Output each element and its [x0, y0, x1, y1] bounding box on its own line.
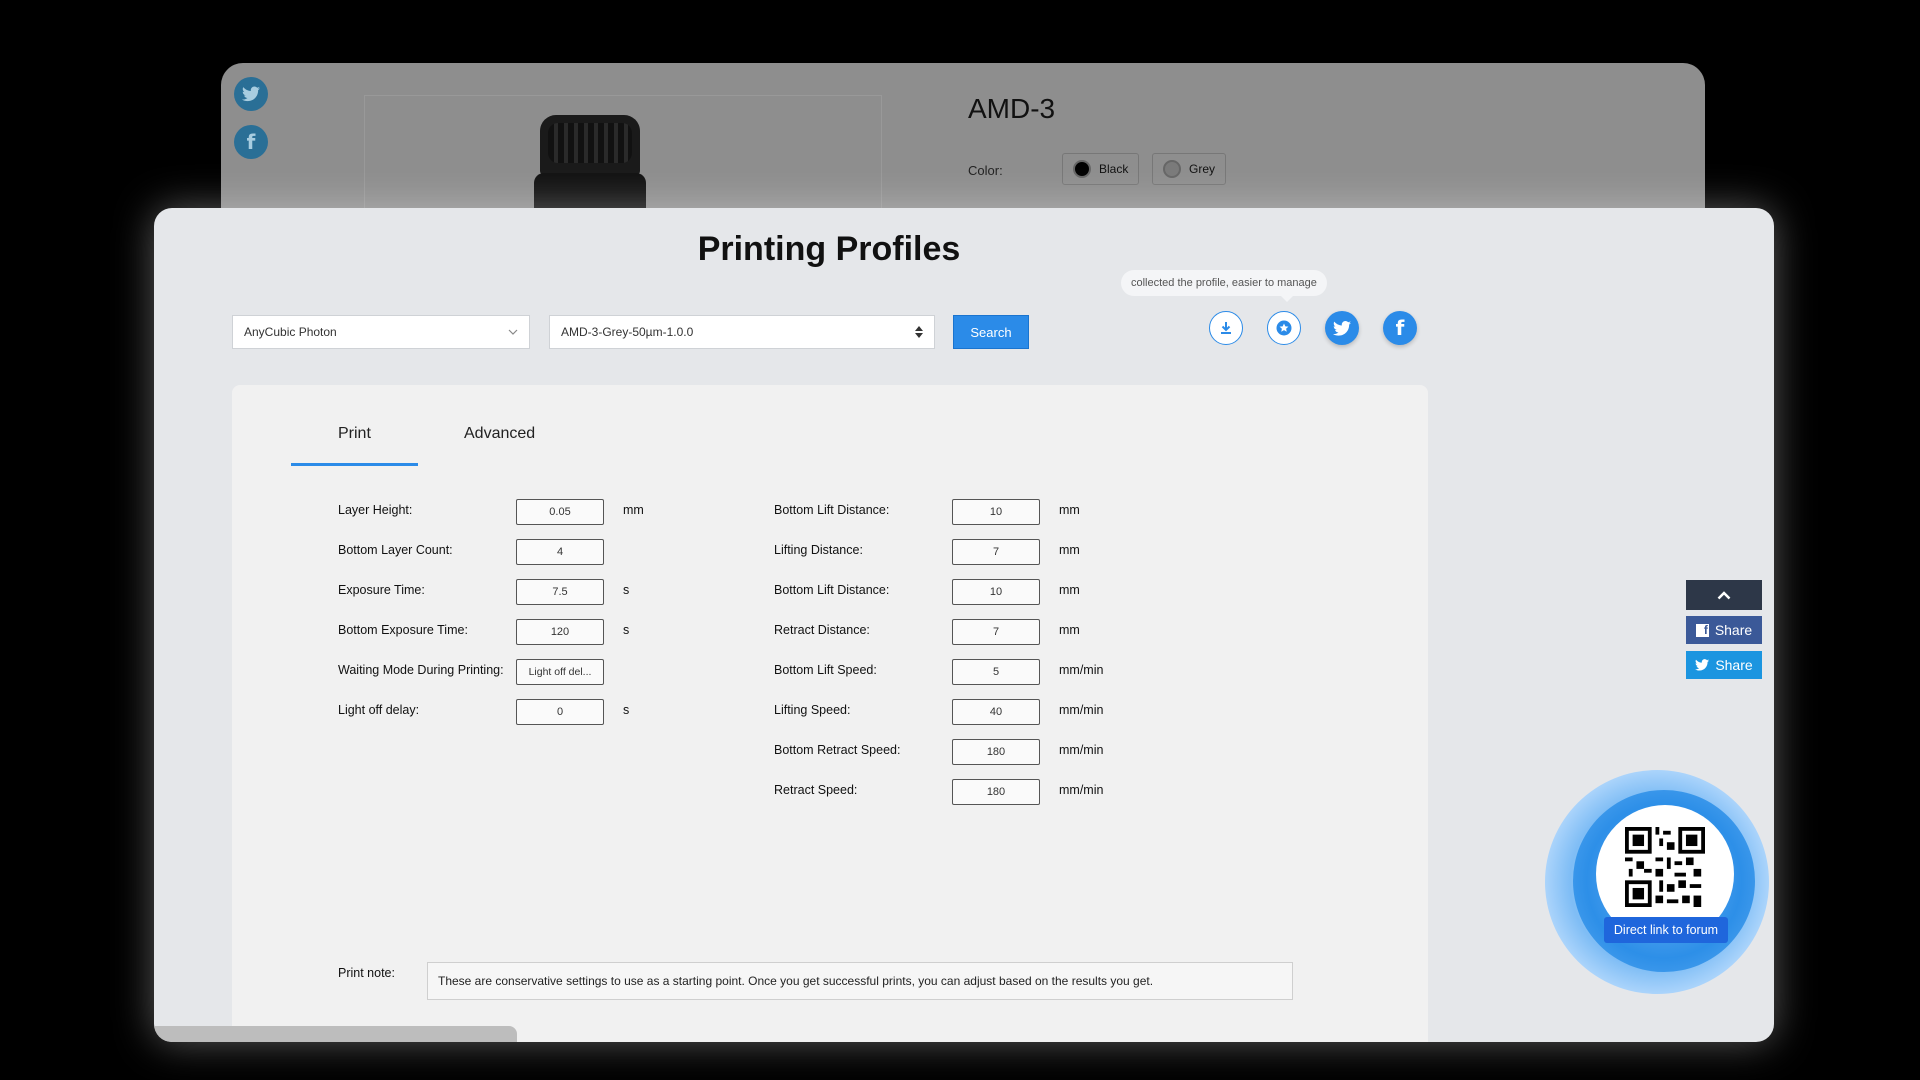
- field-label: Bottom Lift Distance:: [774, 583, 890, 597]
- twitter-share-side-button[interactable]: Share: [1686, 651, 1762, 679]
- field-unit: s: [623, 583, 630, 597]
- field-label: Waiting Mode During Printing:: [338, 663, 504, 677]
- field-unit: mm/min: [1059, 743, 1104, 757]
- field-label: Retract Distance:: [774, 623, 870, 637]
- facebook-icon: f: [1695, 623, 1709, 637]
- retract-speed-input[interactable]: 180: [952, 779, 1040, 805]
- retract-distance-input[interactable]: 7: [952, 619, 1040, 645]
- share-label: Share: [1714, 622, 1753, 638]
- field-unit: mm: [1059, 583, 1080, 597]
- profile-select-value: AMD-3-Grey-50µm-1.0.0: [561, 325, 694, 339]
- field-label: Light off delay:: [338, 703, 420, 717]
- printer-select[interactable]: AnyCubic Photon: [232, 315, 530, 349]
- profile-select[interactable]: AMD-3-Grey-50µm-1.0.0: [549, 315, 935, 349]
- field-unit: mm/min: [1059, 703, 1104, 717]
- bottom-exposure-time-input[interactable]: 120: [516, 619, 604, 645]
- field-unit: mm/min: [1059, 783, 1104, 797]
- printer-select-value: AnyCubic Photon: [244, 325, 337, 339]
- color-option-label: Grey: [1189, 162, 1216, 176]
- tab-advanced[interactable]: Advanced: [464, 425, 535, 443]
- field-label: Bottom Lift Distance:: [774, 503, 890, 517]
- field-unit: s: [623, 703, 630, 717]
- collect-tooltip: collected the profile, easier to manage: [1121, 270, 1327, 302]
- color-option-grey[interactable]: Grey: [1152, 153, 1227, 185]
- field-label: Exposure Time:: [338, 583, 425, 597]
- black-swatch: [1073, 160, 1091, 178]
- field-unit: mm: [1059, 543, 1080, 557]
- bottom-lift-distance-input[interactable]: 10: [952, 499, 1040, 525]
- scroll-to-top-button[interactable]: [1686, 580, 1762, 610]
- facebook-icon: f: [1395, 316, 1405, 340]
- layer-height-input[interactable]: 0.05: [516, 499, 604, 525]
- lifting-speed-input[interactable]: 40: [952, 699, 1040, 725]
- chevron-down-icon: [508, 329, 518, 335]
- field-label: Bottom Layer Count:: [338, 543, 453, 557]
- print-note-label: Print note:: [338, 966, 395, 980]
- field-label: Bottom Exposure Time:: [338, 623, 468, 637]
- twitter-icon[interactable]: [234, 77, 268, 111]
- modal-title: Printing Profiles: [697, 230, 961, 268]
- field-unit: mm: [623, 503, 644, 517]
- download-icon: [1221, 322, 1231, 334]
- bottom-lift-speed-input[interactable]: 5: [952, 659, 1040, 685]
- field-label: Lifting Distance:: [774, 543, 863, 557]
- field-label: Lifting Speed:: [774, 703, 851, 717]
- print-note-field[interactable]: These are conservative settings to use a…: [427, 962, 1293, 1000]
- facebook-share-button[interactable]: f: [1383, 311, 1417, 345]
- active-tab-indicator: [291, 463, 418, 466]
- light-off-delay-input[interactable]: 0: [516, 699, 604, 725]
- color-option-black[interactable]: Black: [1062, 153, 1140, 185]
- field-label: Layer Height:: [338, 503, 413, 517]
- field-unit: s: [623, 623, 630, 637]
- field-label: Retract Speed:: [774, 783, 858, 797]
- color-option-label: Black: [1099, 162, 1129, 176]
- field-unit: mm: [1059, 503, 1080, 517]
- grey-swatch: [1163, 160, 1181, 178]
- field-label: Bottom Retract Speed:: [774, 743, 901, 757]
- bottom-lift-distance-input-2[interactable]: 10: [952, 579, 1040, 605]
- field-label: Bottom Lift Speed:: [774, 663, 877, 677]
- exposure-time-input[interactable]: 7.5: [516, 579, 604, 605]
- direct-link-forum-button[interactable]: Direct link to forum: [1604, 917, 1728, 943]
- color-label: Color:: [968, 163, 1003, 178]
- sort-arrows-icon: [915, 326, 923, 338]
- product-bottle-image: [540, 115, 640, 175]
- profile-panel: Print Advanced Layer Height: 0.05 mm Bot…: [232, 385, 1428, 1042]
- twitter-icon: [1695, 659, 1710, 671]
- qr-code-icon: [1625, 827, 1705, 907]
- background-product-card: f AMD-3 Color: Black Grey: [221, 63, 1705, 223]
- horizontal-scrollbar[interactable]: [154, 1026, 517, 1042]
- collect-button[interactable]: [1267, 311, 1301, 345]
- tab-print[interactable]: Print: [338, 425, 371, 443]
- facebook-icon[interactable]: f: [234, 125, 268, 159]
- waiting-mode-select[interactable]: Light off del...: [516, 659, 604, 685]
- field-unit: mm/min: [1059, 663, 1104, 677]
- twitter-icon: [1333, 320, 1351, 336]
- field-unit: mm: [1059, 623, 1080, 637]
- share-label: Share: [1715, 657, 1753, 673]
- facebook-share-side-button[interactable]: f Share: [1686, 616, 1762, 644]
- product-title: AMD-3: [968, 93, 1056, 124]
- bottom-retract-speed-input[interactable]: 180: [952, 739, 1040, 765]
- chevron-up-icon: [1717, 590, 1731, 599]
- printing-profiles-modal: Printing Profiles AnyCubic Photon AMD-3-…: [154, 208, 1774, 1042]
- search-button[interactable]: Search: [953, 315, 1029, 349]
- lifting-distance-input[interactable]: 7: [952, 539, 1040, 565]
- twitter-share-button[interactable]: [1325, 311, 1359, 345]
- download-button[interactable]: [1209, 311, 1243, 345]
- star-icon: [1276, 320, 1292, 336]
- bottom-layer-count-input[interactable]: 4: [516, 539, 604, 565]
